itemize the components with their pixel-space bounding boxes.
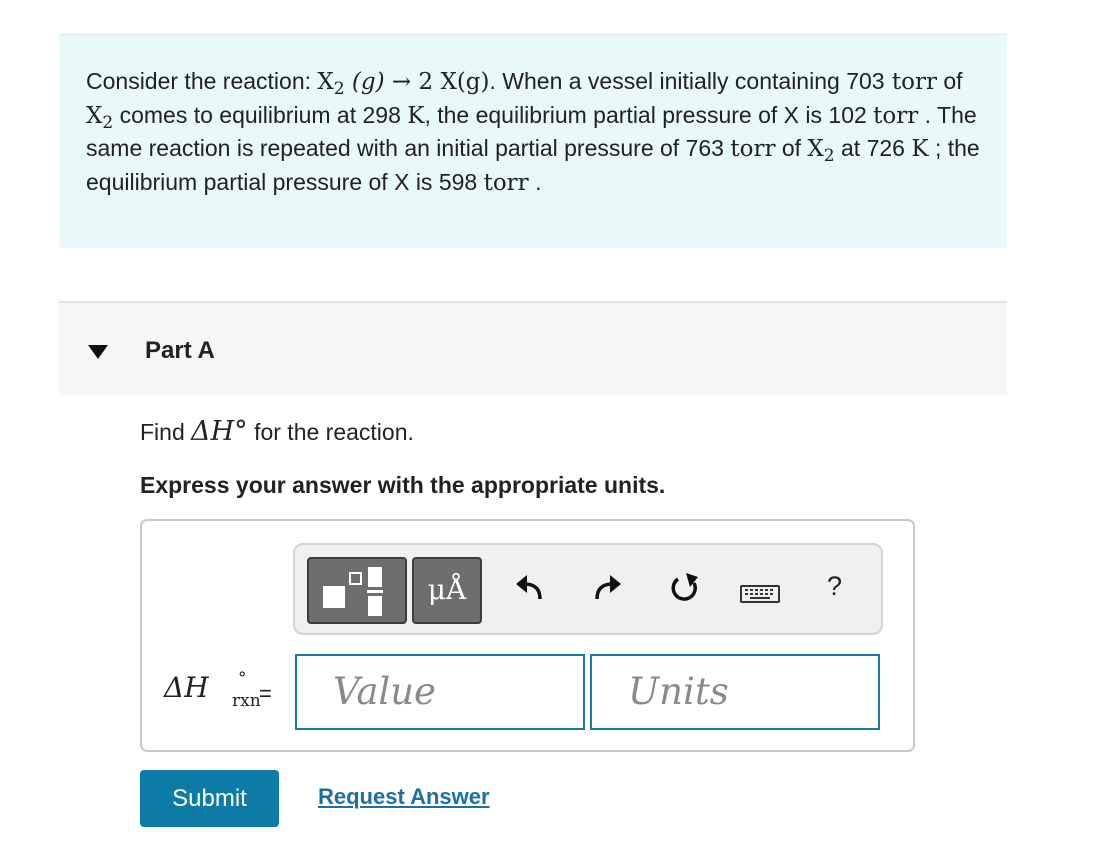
initial-pressure-2: 763 [685,135,724,161]
collapse-triangle-icon[interactable] [88,345,108,359]
temperature-2: 726 [866,135,905,161]
units-input[interactable]: Units [590,654,880,730]
units-icon: μÅ [427,573,467,606]
equals-sign: = [259,681,272,706]
reset-icon[interactable] [668,571,702,607]
problem-intro: Consider the reaction: [86,68,318,94]
temperature-1: 298 [362,101,401,128]
answer-label: ΔH ° rxn [164,669,261,711]
math-toolbar: μÅ ? [293,543,883,635]
equilibrium-pressure-1: 102 [828,101,867,128]
redo-icon[interactable] [591,571,623,605]
delta-h-symbol: ΔH° [191,416,248,447]
problem-statement: Consider the reaction: X2 (g) → 2 X(g). … [59,34,1007,248]
part-label: Part A [145,337,215,364]
request-answer-link[interactable]: Request Answer [318,784,490,810]
undo-icon[interactable] [514,571,546,605]
value-input[interactable]: Value [295,654,585,730]
reaction-equation: X2 (g) → 2 X(g) [317,69,490,99]
species-x2: X2 [86,102,114,133]
initial-pressure-1: 703 torr [846,68,937,95]
keyboard-icon[interactable] [740,585,780,603]
help-icon[interactable]: ? [827,571,842,602]
question-prompt: Find ΔH° for the reaction. [140,416,414,447]
units-button[interactable]: μÅ [412,557,482,624]
equilibrium-pressure-2: 598 [438,168,478,195]
templates-button[interactable] [307,557,407,624]
submit-button[interactable]: Submit [140,770,279,827]
answer-box: μÅ ? ΔH ° rxn = Value Units [140,519,915,752]
part-a-header[interactable]: Part A [59,301,1007,395]
problem-text: Consider the reaction: X2 (g) → 2 X(g). … [86,68,980,196]
answer-instruction: Express your answer with the appropriate… [140,472,666,498]
